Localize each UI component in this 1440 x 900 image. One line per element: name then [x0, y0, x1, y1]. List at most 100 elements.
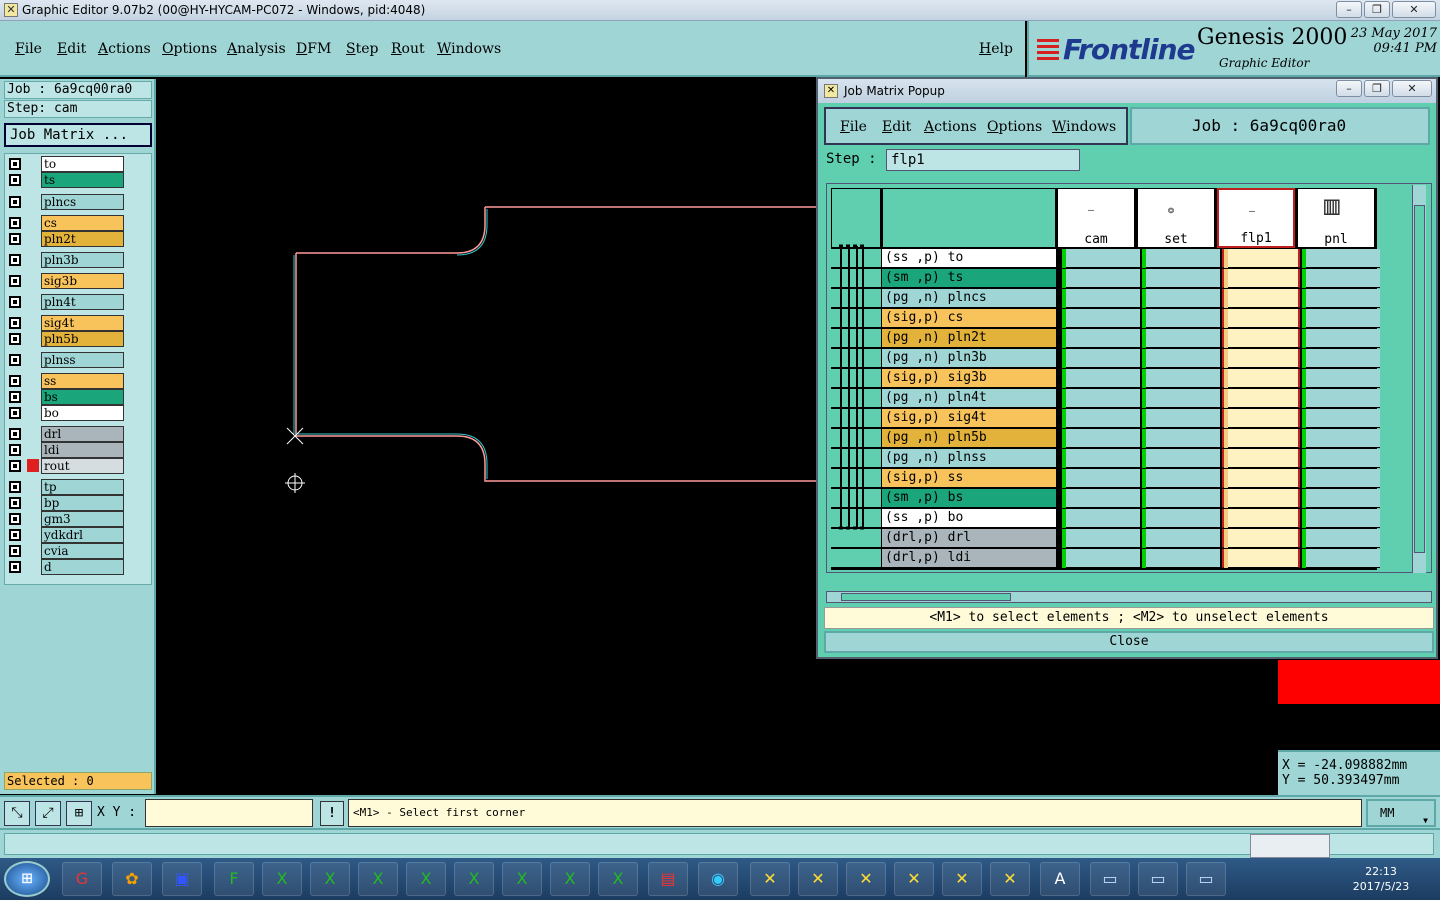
menu-edit[interactable]: Edit	[57, 41, 86, 57]
scroll-thumb[interactable]	[1414, 205, 1425, 553]
xy-input[interactable]	[145, 799, 313, 827]
taskbar-clock[interactable]: 22:13 2017/5/23	[1345, 864, 1417, 894]
layer-row-cs[interactable]: cs	[5, 215, 153, 231]
matrix-cell[interactable]	[1302, 489, 1380, 508]
matrix-cell[interactable]	[1222, 509, 1300, 528]
layer-name[interactable]: bs	[41, 389, 124, 405]
menu-windows[interactable]: Windows	[437, 41, 501, 57]
matrix-cell[interactable]	[1142, 529, 1220, 548]
excel-icon[interactable]: X	[262, 862, 302, 896]
matrix-cell[interactable]	[1062, 309, 1140, 328]
matrix-cell[interactable]	[1302, 309, 1380, 328]
matrix-cell[interactable]	[1222, 449, 1300, 468]
matrix-cell[interactable]	[1302, 529, 1380, 548]
layer-row-sig4t[interactable]: sig4t	[5, 315, 153, 331]
matrix-cell[interactable]	[1142, 329, 1220, 348]
matrix-cell[interactable]	[1222, 329, 1300, 348]
layer-checkbox[interactable]	[9, 391, 21, 403]
layer-row-pln4t[interactable]: pln4t	[5, 294, 153, 310]
matrix-cell[interactable]	[1142, 409, 1220, 428]
matrix-cell[interactable]	[1222, 469, 1300, 488]
matrix-layer-label[interactable]: (ss ,p) to	[882, 249, 1056, 268]
menu-help[interactable]: Help	[979, 41, 1013, 57]
start-button[interactable]: ⊞	[4, 861, 50, 897]
layer-name[interactable]: sig4t	[41, 315, 124, 331]
layer-name[interactable]: pln2t	[41, 231, 124, 247]
genesis-window-icon[interactable]: ✕	[990, 862, 1030, 896]
layer-row-drl[interactable]: drl	[5, 426, 153, 442]
zoom-box-icon[interactable]: ⤡	[4, 801, 30, 826]
matrix-cell[interactable]	[1302, 429, 1380, 448]
layer-checkbox[interactable]	[9, 296, 21, 308]
matrix-cell[interactable]	[1142, 289, 1220, 308]
matrix-cell[interactable]	[1062, 369, 1140, 388]
step-column-pnl[interactable]: ▥ pnl	[1297, 188, 1375, 248]
menu-actions[interactable]: Actions	[98, 41, 151, 57]
step-column-flp1[interactable]: — flp1	[1217, 188, 1295, 248]
matrix-cell[interactable]	[1222, 309, 1300, 328]
matrix-layer-label[interactable]: (pg ,n) plncs	[882, 289, 1056, 308]
layer-row-d[interactable]: d	[5, 559, 153, 575]
grid-snap-icon[interactable]: ⊞	[66, 801, 92, 826]
layer-name[interactable]: ts	[41, 172, 124, 188]
matrix-layer-label[interactable]: (drl,p) ldi	[882, 549, 1056, 568]
matrix-cell[interactable]	[1302, 349, 1380, 368]
layer-name[interactable]: pln5b	[41, 331, 124, 347]
matrix-vertical-scrollbar[interactable]	[1412, 185, 1426, 573]
genesis-window-icon[interactable]: ✕	[750, 862, 790, 896]
layer-checkbox[interactable]	[9, 217, 21, 229]
layer-row-pln2t[interactable]: pln2t	[5, 231, 153, 247]
matrix-cell[interactable]	[1062, 409, 1140, 428]
layer-row-ts[interactable]: ts	[5, 172, 153, 188]
layer-checkbox[interactable]	[9, 497, 21, 509]
layer-checkbox[interactable]	[9, 317, 21, 329]
matrix-cell[interactable]	[1142, 269, 1220, 288]
matrix-horizontal-scrollbar[interactable]	[826, 591, 1432, 603]
layer-name[interactable]: bp	[41, 495, 124, 511]
layer-checkbox[interactable]	[9, 254, 21, 266]
excel-icon[interactable]: X	[550, 862, 590, 896]
layer-checkbox[interactable]	[9, 196, 21, 208]
matrix-layer-label[interactable]: (pg ,n) pln5b	[882, 429, 1056, 448]
matrix-layer-label[interactable]: (pg ,n) plnss	[882, 449, 1056, 468]
matrix-cell[interactable]	[1142, 389, 1220, 408]
exclamation-button[interactable]: !	[320, 801, 344, 826]
matrix-cell[interactable]	[1062, 329, 1140, 348]
layer-checkbox[interactable]	[9, 158, 21, 170]
matrix-cell[interactable]	[1222, 369, 1300, 388]
layer-row-rout[interactable]: rout	[5, 458, 153, 474]
layer-checkbox[interactable]	[9, 444, 21, 456]
layer-name[interactable]: gm3	[41, 511, 124, 527]
matrix-cell[interactable]	[1302, 389, 1380, 408]
layer-name[interactable]: tp	[41, 479, 124, 495]
layer-name[interactable]: ss	[41, 373, 124, 389]
menu-rout[interactable]: Rout	[391, 41, 425, 57]
matrix-cell[interactable]	[1222, 409, 1300, 428]
popup-menu-options[interactable]: Options	[987, 119, 1042, 135]
layer-row-gm3[interactable]: gm3	[5, 511, 153, 527]
matrix-cell[interactable]	[1142, 549, 1220, 568]
matrix-cell[interactable]	[1222, 389, 1300, 408]
scroll-thumb[interactable]	[841, 593, 1011, 601]
excel-icon[interactable]: X	[358, 862, 398, 896]
layer-row-bs[interactable]: bs	[5, 389, 153, 405]
taskbar-app-icon[interactable]: ✿	[112, 862, 152, 896]
matrix-cell[interactable]	[1142, 249, 1220, 268]
matrix-layer-label[interactable]: (pg ,n) pln3b	[882, 349, 1056, 368]
unit-select[interactable]: MM ▼	[1366, 799, 1436, 827]
layer-row-pln5b[interactable]: pln5b	[5, 331, 153, 347]
layer-name[interactable]: plncs	[41, 194, 124, 210]
menu-options[interactable]: Options	[162, 41, 217, 57]
matrix-cell[interactable]	[1302, 449, 1380, 468]
excel-icon[interactable]: X	[310, 862, 350, 896]
popup-maximize-button[interactable]: ❐	[1364, 80, 1390, 97]
matrix-cell[interactable]	[1222, 269, 1300, 288]
layer-row-tp[interactable]: tp	[5, 479, 153, 495]
popup-menu-windows[interactable]: Windows	[1052, 119, 1116, 135]
matrix-cell[interactable]	[1222, 249, 1300, 268]
step-column-cam[interactable]: — cam	[1057, 188, 1135, 248]
layer-checkbox[interactable]	[9, 174, 21, 186]
popup-close-icon[interactable]: ✕	[1392, 80, 1432, 97]
layer-checkbox[interactable]	[9, 460, 21, 472]
layer-checkbox[interactable]	[9, 513, 21, 525]
